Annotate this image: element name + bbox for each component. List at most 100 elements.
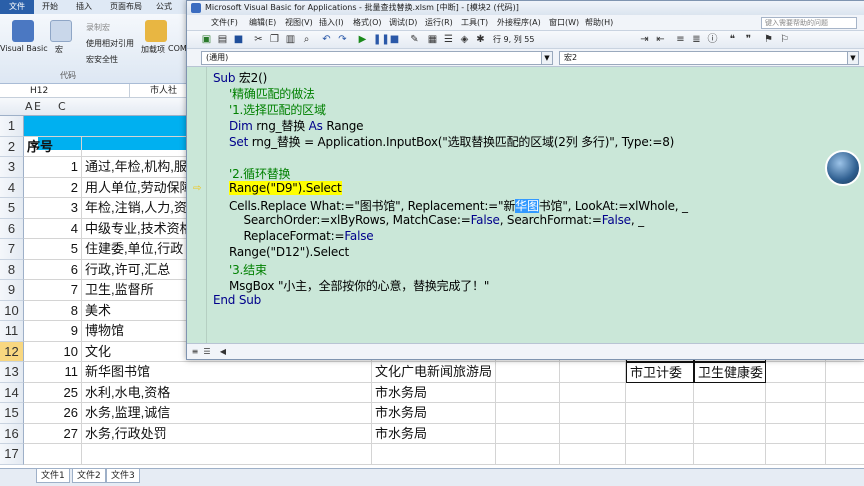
table-cell[interactable]: 卫生健康委 bbox=[694, 362, 766, 383]
row-header-6[interactable]: 6 bbox=[0, 218, 24, 239]
next-bookmark-icon[interactable]: ⚐ bbox=[779, 34, 790, 45]
list-constants-icon[interactable]: ≣ bbox=[691, 34, 702, 45]
table-cell[interactable]: 新华图书馆 bbox=[82, 362, 372, 383]
sheet-tab-1[interactable]: 文件1 bbox=[36, 469, 70, 483]
outdent-icon[interactable]: ⇤ bbox=[655, 34, 666, 45]
tab-insert[interactable]: 插入 bbox=[72, 0, 96, 14]
table-cell[interactable]: 6 bbox=[24, 259, 82, 280]
relative-reference-button[interactable]: 使用相对引用 bbox=[86, 38, 134, 49]
properties-icon[interactable]: ☰ bbox=[443, 34, 454, 45]
table-cell[interactable]: 4 bbox=[24, 218, 82, 239]
table-cell[interactable]: 3 bbox=[24, 198, 82, 219]
copy-icon[interactable]: ❐ bbox=[269, 34, 280, 45]
table-cell[interactable]: 市水务局 bbox=[372, 403, 496, 424]
code-line-7[interactable]: Range("D9").Select bbox=[229, 181, 342, 195]
visual-basic-button[interactable]: Visual Basic bbox=[0, 44, 48, 53]
tab-file[interactable]: 文件 bbox=[0, 0, 34, 14]
col-header-c[interactable]: C bbox=[58, 98, 66, 116]
reset-icon[interactable]: ■ bbox=[389, 34, 400, 45]
quick-info-icon[interactable]: ⓘ bbox=[707, 34, 718, 45]
find-icon[interactable]: ⌕ bbox=[301, 34, 312, 45]
table-cell[interactable] bbox=[826, 383, 864, 403]
row-header-3[interactable]: 3 bbox=[0, 157, 24, 178]
row-header-13[interactable]: 13 bbox=[0, 362, 24, 383]
comment-block-icon[interactable]: ❝ bbox=[727, 34, 738, 45]
help-search-input[interactable]: 键入需要帮助的问题 bbox=[761, 17, 857, 29]
row-header-14[interactable]: 14 bbox=[0, 382, 24, 403]
table-cell[interactable]: 9 bbox=[24, 321, 82, 342]
code-line-1[interactable]: Sub 宏2() bbox=[213, 69, 267, 86]
code-line-12[interactable]: '3.结束 bbox=[229, 261, 267, 278]
code-line-9[interactable]: SearchOrder:=xlByRows, MatchCase:=False,… bbox=[229, 213, 644, 227]
object-browser-icon[interactable]: ◈ bbox=[459, 34, 470, 45]
object-dropdown[interactable]: (通用) ▼ bbox=[201, 51, 553, 65]
menu-insert[interactable]: 插入(I) bbox=[319, 15, 344, 31]
table-cell[interactable]: 7 bbox=[24, 280, 82, 301]
table-cell[interactable]: 水务,行政处罚 bbox=[82, 423, 372, 444]
procedure-dropdown[interactable]: 宏2 ▼ bbox=[559, 51, 859, 65]
table-cell[interactable]: 市卫计委 bbox=[626, 362, 694, 383]
table-cell[interactable] bbox=[82, 444, 372, 465]
addins-icon[interactable] bbox=[145, 20, 167, 42]
macro-button[interactable]: 宏 bbox=[55, 44, 63, 55]
list-properties-icon[interactable]: ≡ bbox=[675, 34, 686, 45]
table-cell[interactable] bbox=[496, 362, 560, 383]
tab-home[interactable]: 开始 bbox=[38, 0, 62, 14]
table-cell[interactable] bbox=[24, 444, 82, 465]
col-header-e[interactable]: E bbox=[34, 98, 41, 116]
row-header-12[interactable]: 12 bbox=[0, 341, 24, 362]
row-header-1[interactable]: 1 bbox=[0, 116, 24, 137]
table-cell[interactable] bbox=[766, 362, 826, 383]
table-cell[interactable]: 市水务局 bbox=[372, 423, 496, 444]
table-cell[interactable] bbox=[24, 116, 82, 137]
scroll-left-icon[interactable]: ◀ bbox=[217, 346, 229, 358]
design-mode-icon[interactable]: ✎ bbox=[409, 34, 420, 45]
code-line-2[interactable]: '精确匹配的做法 bbox=[229, 85, 315, 102]
row-header-4[interactable]: 4 bbox=[0, 177, 24, 198]
menu-format[interactable]: 格式(O) bbox=[353, 15, 382, 31]
table-cell[interactable] bbox=[626, 444, 694, 465]
table-cell[interactable] bbox=[694, 444, 766, 465]
table-cell[interactable] bbox=[560, 382, 626, 403]
uncomment-block-icon[interactable]: ❞ bbox=[743, 34, 754, 45]
table-cell[interactable]: 26 bbox=[24, 403, 82, 424]
code-margin[interactable]: ⇨ bbox=[187, 67, 207, 343]
table-cell[interactable] bbox=[766, 444, 826, 465]
row-header-15[interactable]: 15 bbox=[0, 403, 24, 424]
code-editor[interactable]: ⇨ Sub 宏2() '精确匹配的做法 '1.选择匹配的区域 Dim rng_替… bbox=[187, 67, 864, 343]
row-header-16[interactable]: 16 bbox=[0, 423, 24, 444]
procedure-view-icon[interactable]: ≡ bbox=[189, 346, 201, 358]
row-header-9[interactable]: 9 bbox=[0, 280, 24, 301]
cut-icon[interactable]: ✂ bbox=[253, 34, 264, 45]
table-cell[interactable] bbox=[496, 382, 560, 403]
chevron-down-icon[interactable]: ▼ bbox=[541, 52, 552, 64]
code-line-5[interactable]: Set rng_替换 = Application.InputBox("选取替换匹… bbox=[229, 133, 674, 150]
table-cell[interactable]: 27 bbox=[24, 423, 82, 444]
table-cell[interactable] bbox=[766, 423, 826, 444]
row-header-10[interactable]: 10 bbox=[0, 300, 24, 321]
table-cell[interactable]: 1 bbox=[24, 157, 82, 178]
visual-basic-icon[interactable] bbox=[12, 20, 34, 42]
table-cell[interactable] bbox=[626, 382, 694, 403]
table-cell[interactable] bbox=[766, 382, 826, 403]
table-cell[interactable] bbox=[826, 362, 864, 383]
table-cell[interactable]: 25 bbox=[24, 382, 82, 403]
row-header-7[interactable]: 7 bbox=[0, 239, 24, 260]
table-cell[interactable] bbox=[694, 382, 766, 403]
table-cell[interactable]: 11 bbox=[24, 362, 82, 383]
code-line-8[interactable]: Cells.Replace What:="图书馆", Replacement:=… bbox=[229, 197, 688, 214]
code-line-6[interactable]: '2.循环替换 bbox=[229, 165, 291, 182]
full-module-view-icon[interactable]: ☰ bbox=[201, 346, 213, 358]
name-box[interactable]: H12 bbox=[0, 84, 130, 98]
code-line-11[interactable]: Range("D12").Select bbox=[229, 245, 349, 259]
table-cell[interactable]: 序号 bbox=[24, 136, 82, 157]
row-header-17[interactable]: 17 bbox=[0, 444, 24, 465]
redo-icon[interactable]: ↷ bbox=[337, 34, 348, 45]
com-addins-button[interactable]: COM bbox=[168, 44, 187, 53]
menu-debug[interactable]: 调试(D) bbox=[389, 15, 417, 31]
menu-view[interactable]: 视图(V) bbox=[285, 15, 313, 31]
undo-icon[interactable]: ↶ bbox=[321, 34, 332, 45]
row-header-11[interactable]: 11 bbox=[0, 321, 24, 342]
table-cell[interactable] bbox=[826, 444, 864, 465]
table-cell[interactable] bbox=[496, 403, 560, 424]
